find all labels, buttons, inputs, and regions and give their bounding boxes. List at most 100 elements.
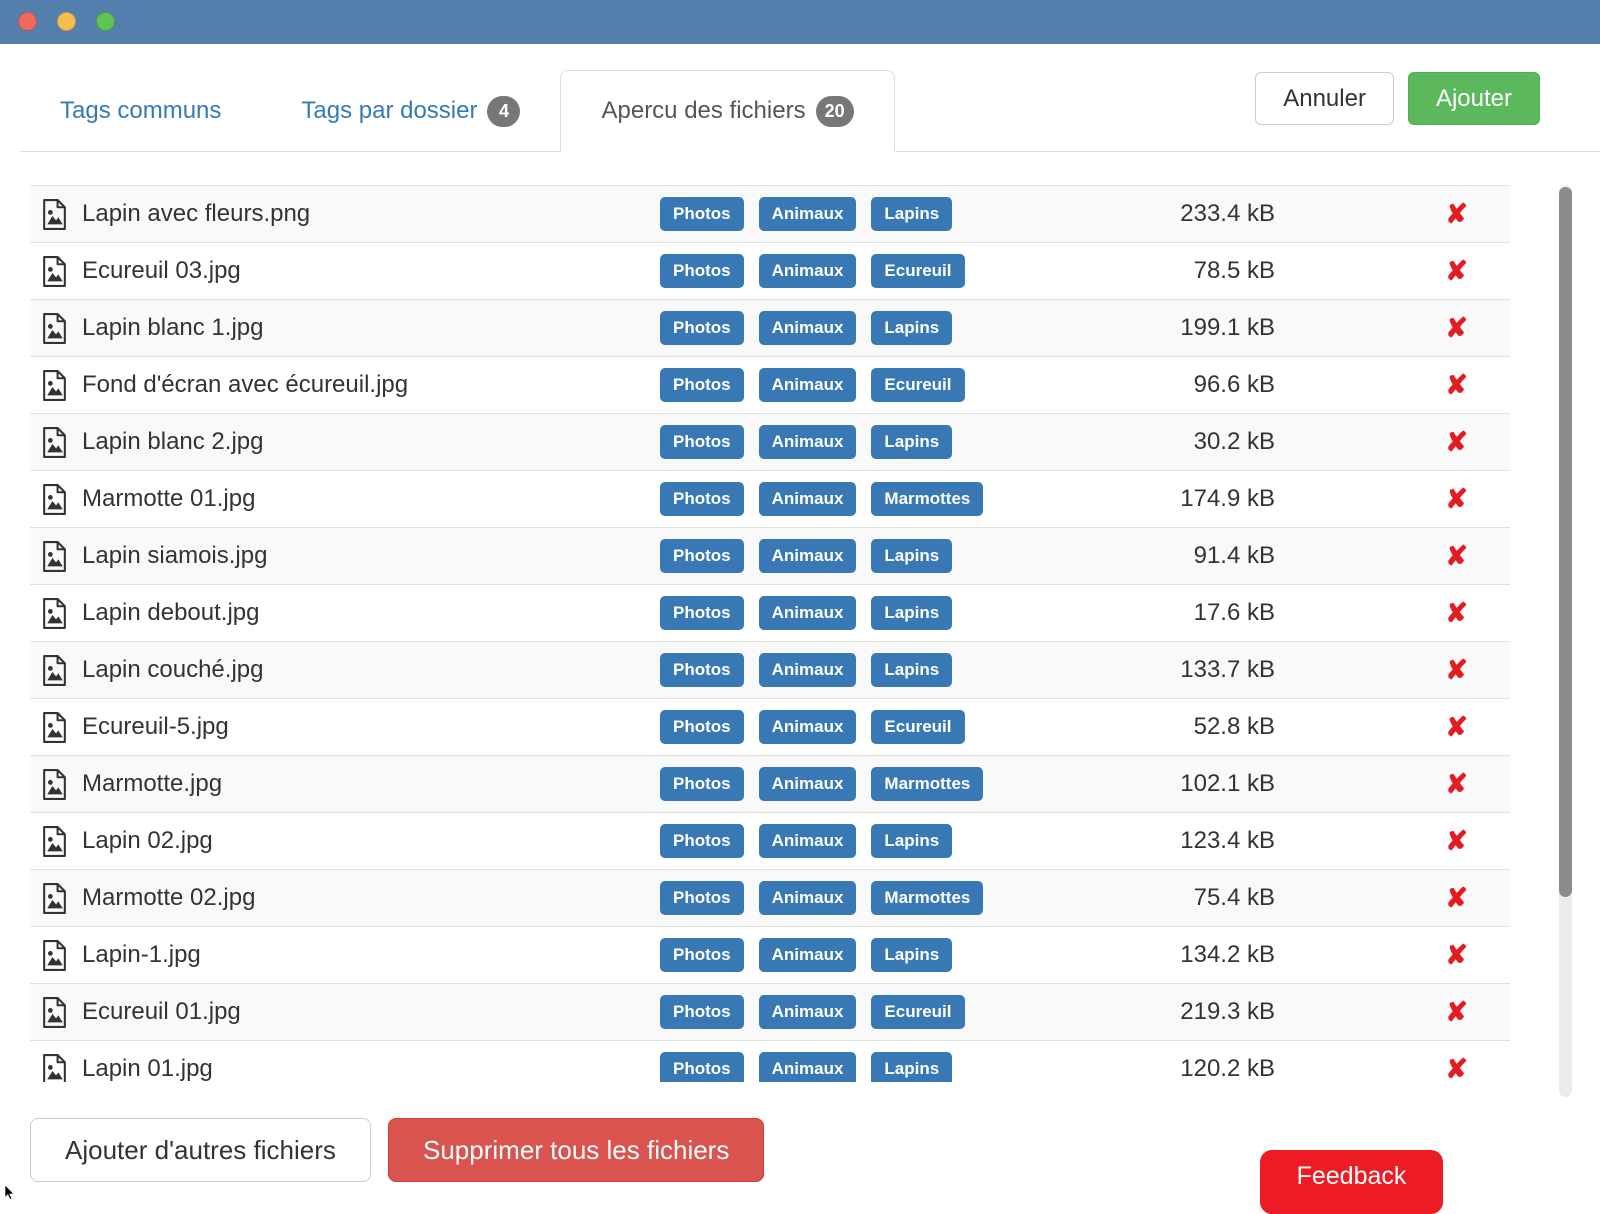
file-tags: PhotosAnimauxLapins <box>660 938 1180 972</box>
file-size: 75.4 kB <box>1180 884 1275 912</box>
file-size: 233.4 kB <box>1180 200 1275 228</box>
file-row: Lapin blanc 2.jpg Photos Animaux Lapins 30… <box>30 414 1510 471</box>
file-tags: PhotosAnimauxEcureuil <box>660 995 1180 1029</box>
tag-pill: Animaux <box>759 710 857 744</box>
tab-label: Tags par dossier <box>301 97 477 125</box>
add-more-files-button[interactable]: Ajouter d'autres fichiers <box>30 1118 371 1182</box>
file-size: 120.2 kB <box>1180 1055 1275 1082</box>
file-tags: PhotosAnimauxLapins <box>660 1052 1180 1082</box>
file-name: Fond d'écran avec écureuil.jpg <box>82 371 660 399</box>
delete-file-button[interactable]: ✘ <box>1445 655 1468 685</box>
file-tags: PhotosAnimauxLapins <box>660 653 1180 687</box>
file-size: 219.3 kB <box>1180 998 1275 1026</box>
delete-all-files-button[interactable]: Supprimer tous les fichiers <box>388 1118 764 1182</box>
file-row: Marmotte.jpg PhotosAnimauxMarmottes 102.… <box>30 756 1510 813</box>
file-row: Lapin debout.jpg Photos Animaux Lapins 17.… <box>30 585 1510 642</box>
file-tags: PhotosAnimauxEcureuil <box>660 710 1180 744</box>
file-size: 102.1 kB <box>1180 770 1275 798</box>
file-tags: PhotosAnimauxMarmottes <box>660 767 1180 801</box>
tab[interactable]: Tags par dossier 4 <box>261 70 560 152</box>
tag-pill: Lapins <box>871 425 952 459</box>
file-image-icon <box>30 598 82 629</box>
file-image-icon <box>30 883 82 914</box>
delete-file-button[interactable]: ✘ <box>1445 541 1468 571</box>
add-button[interactable]: Ajouter <box>1408 72 1540 125</box>
tag-pill: Animaux <box>759 197 857 231</box>
zoom-window-icon[interactable] <box>96 12 115 31</box>
close-window-icon[interactable] <box>18 12 37 31</box>
tab[interactable]: Apercu des fichiers 20 <box>560 70 894 152</box>
tag-pill: Photos <box>660 767 744 801</box>
tag-pill: Photos <box>660 425 744 459</box>
tag-pill: Animaux <box>759 311 857 345</box>
tag-pill: Lapins <box>871 197 952 231</box>
file-name: Lapin blanc 2.jpg <box>82 428 660 456</box>
file-row: Marmotte 02.jpg PhotosAnimauxMarmottes 7… <box>30 870 1510 927</box>
delete-file-button[interactable]: ✘ <box>1445 883 1468 913</box>
file-name: Ecureuil 01.jpg <box>82 998 660 1026</box>
file-size: 123.4 kB <box>1180 827 1275 855</box>
tag-pill: Photos <box>660 596 744 630</box>
tag-pill: Photos <box>660 197 744 231</box>
tag-pill: Lapins <box>871 596 952 630</box>
scrollbar-thumb[interactable] <box>1559 187 1572 897</box>
delete-file-button[interactable]: ✘ <box>1445 1054 1468 1083</box>
tag-pill: Photos <box>660 824 744 858</box>
file-name: Marmotte 01.jpg <box>82 485 660 513</box>
tag-pill: Ecureuil <box>871 254 964 288</box>
tag-pill: Animaux <box>759 767 857 801</box>
tag-pill: Photos <box>660 995 744 1029</box>
tag-pill: Photos <box>660 653 744 687</box>
file-image-icon <box>30 427 82 458</box>
delete-file-button[interactable]: ✘ <box>1445 256 1468 286</box>
tab[interactable]: Tags communs <box>20 70 261 152</box>
tag-pill: Lapins <box>871 824 952 858</box>
file-row: Ecureuil 01.jpg PhotosAnimauxEcureuil 21… <box>30 984 1510 1041</box>
delete-file-button[interactable]: ✘ <box>1445 313 1468 343</box>
file-name: Lapin-1.jpg <box>82 941 660 969</box>
delete-file-button[interactable]: ✘ <box>1445 769 1468 799</box>
tag-pill: Marmottes <box>871 482 983 516</box>
file-image-icon <box>30 826 82 857</box>
delete-file-button[interactable]: ✘ <box>1445 427 1468 457</box>
file-row: Ecureuil 03.jpg PhotosAnimauxEcureuil 78… <box>30 243 1510 300</box>
file-image-icon <box>30 370 82 401</box>
tag-pill: Animaux <box>759 482 857 516</box>
file-size: 174.9 kB <box>1180 485 1275 513</box>
delete-file-button[interactable]: ✘ <box>1445 826 1468 856</box>
tag-pill: Lapins <box>871 1052 952 1082</box>
tag-pill: Lapins <box>871 938 952 972</box>
file-tags: Photos Animaux Lapins <box>660 197 1180 231</box>
file-row: Lapin blanc 1.jpg PhotosAnimauxLapins 19… <box>30 300 1510 357</box>
file-size: 30.2 kB <box>1180 428 1275 456</box>
tag-pill: Animaux <box>759 368 857 402</box>
file-name: Lapin debout.jpg <box>82 599 660 627</box>
delete-file-button[interactable]: ✘ <box>1445 712 1468 742</box>
delete-file-button[interactable]: ✘ <box>1445 598 1468 628</box>
minimize-window-icon[interactable] <box>57 12 76 31</box>
delete-file-button[interactable]: ✘ <box>1445 199 1468 229</box>
delete-file-button[interactable]: ✘ <box>1445 484 1468 514</box>
tag-pill: Ecureuil <box>871 995 964 1029</box>
file-size: 17.6 kB <box>1180 599 1275 627</box>
tag-pill: Lapins <box>871 653 952 687</box>
scrollbar-track[interactable] <box>1559 185 1572 1097</box>
file-tags: PhotosAnimauxEcureuil <box>660 368 1180 402</box>
file-name: Marmotte 02.jpg <box>82 884 660 912</box>
delete-file-button[interactable]: ✘ <box>1445 997 1468 1027</box>
feedback-button[interactable]: Feedback <box>1260 1150 1443 1214</box>
delete-file-button[interactable]: ✘ <box>1445 370 1468 400</box>
tag-pill: Animaux <box>759 881 857 915</box>
tag-pill: Animaux <box>759 596 857 630</box>
file-name: Marmotte.jpg <box>82 770 660 798</box>
file-row: Fond d'écran avec écureuil.jpg Photos Ani… <box>30 357 1510 414</box>
cancel-button[interactable]: Annuler <box>1255 72 1394 125</box>
file-row: Lapin siamois.jpg PhotosAnimauxLapins 91… <box>30 528 1510 585</box>
file-row: Lapin 02.jpg PhotosAnimauxLapins 123.4 k… <box>30 813 1510 870</box>
file-image-icon <box>30 541 82 572</box>
delete-file-button[interactable]: ✘ <box>1445 940 1468 970</box>
tag-pill: Animaux <box>759 425 857 459</box>
file-size: 78.5 kB <box>1180 257 1275 285</box>
tag-pill: Photos <box>660 368 744 402</box>
file-tags: PhotosAnimauxEcureuil <box>660 254 1180 288</box>
